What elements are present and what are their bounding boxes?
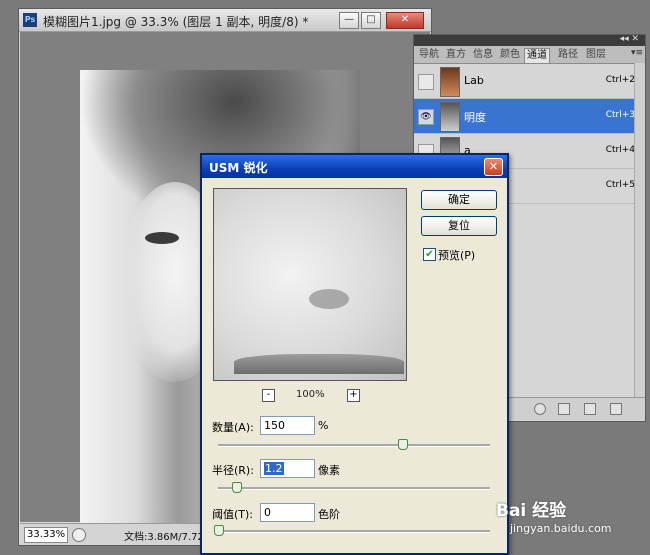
radius-unit: 像素 xyxy=(318,464,340,477)
panel-scrollbar[interactable] xyxy=(634,63,645,397)
reset-button[interactable]: 复位 xyxy=(421,216,497,236)
channel-shortcut: Ctrl+2 xyxy=(605,75,635,85)
tab-info[interactable]: 信息 xyxy=(471,48,495,62)
preview-lips xyxy=(234,354,404,374)
panel-menu-icon[interactable]: ▾≡ xyxy=(631,48,643,58)
amount-label: 数量(A): xyxy=(212,421,254,434)
radius-slider-thumb[interactable] xyxy=(232,482,242,493)
channel-shortcut: Ctrl+3 xyxy=(605,110,635,120)
preview-checkbox[interactable]: ✔ xyxy=(423,248,436,261)
photo-eye xyxy=(145,232,179,244)
ok-button[interactable]: 确定 xyxy=(421,190,497,210)
zoom-out-button[interactable]: - xyxy=(262,389,275,402)
channel-thumbnail xyxy=(440,102,460,132)
document-title: 模糊图片1.jpg @ 33.3% (图层 1 副本, 明度/8) * xyxy=(43,15,309,29)
radius-slider-track[interactable] xyxy=(218,487,490,490)
tab-histogram[interactable]: 直方 xyxy=(444,48,468,62)
preview-label: 预览(P) xyxy=(438,249,476,262)
amount-slider-track[interactable] xyxy=(218,444,490,447)
panel-tabs: 导航 直方 信息 颜色 通道 路径 图层 ▾≡ xyxy=(414,46,645,64)
radius-field[interactable]: 1.2 xyxy=(260,459,315,478)
watermark-url: jingyan.baidu.com xyxy=(510,522,612,535)
trash-icon[interactable] xyxy=(610,403,622,415)
tab-paths[interactable]: 路径 xyxy=(556,48,580,62)
filter-preview[interactable] xyxy=(213,188,407,381)
threshold-slider-thumb[interactable] xyxy=(214,525,224,536)
new-channel-icon[interactable] xyxy=(584,403,596,415)
watermark-brand: Bai 经验 xyxy=(496,501,567,521)
threshold-field[interactable]: 0 xyxy=(260,503,315,522)
minimize-button[interactable]: — xyxy=(339,12,359,29)
save-selection-icon[interactable] xyxy=(558,403,570,415)
dialog-close-button[interactable]: ✕ xyxy=(484,158,503,176)
preview-nostril xyxy=(309,289,349,309)
tab-navigator[interactable]: 导航 xyxy=(417,48,441,62)
panel-top-bar: ◂◂ ✕ xyxy=(414,34,645,46)
channel-thumbnail xyxy=(440,67,460,97)
restore-button[interactable]: □ xyxy=(361,12,381,29)
dialog-title-bar[interactable]: USM 锐化 ✕ xyxy=(202,155,507,178)
channel-shortcut: Ctrl+4 xyxy=(605,145,635,155)
amount-field[interactable]: 150 xyxy=(260,416,315,435)
threshold-label: 阈值(T): xyxy=(212,508,254,521)
radius-value: 1.2 xyxy=(264,462,284,475)
status-icon[interactable] xyxy=(72,528,86,542)
document-title-bar[interactable]: Ps 模糊图片1.jpg @ 33.3% (图层 1 副本, 明度/8) * —… xyxy=(19,9,431,32)
zoom-in-button[interactable]: + xyxy=(347,389,360,402)
amount-unit: % xyxy=(318,419,329,432)
tab-channels[interactable]: 通道 xyxy=(524,48,550,63)
photoshop-icon: Ps xyxy=(23,13,37,27)
threshold-unit: 色阶 xyxy=(318,508,340,521)
channel-shortcut: Ctrl+5 xyxy=(605,180,635,190)
close-button[interactable]: ✕ xyxy=(386,12,424,29)
load-selection-icon[interactable] xyxy=(534,403,546,415)
tab-layers[interactable]: 图层 xyxy=(584,48,608,62)
radius-label: 半径(R): xyxy=(212,464,254,477)
preview-zoom: 100% xyxy=(296,389,325,400)
channel-row-lab[interactable]: Lab Ctrl+2 xyxy=(414,64,645,99)
panel-collapse-icon[interactable]: ◂◂ ✕ xyxy=(620,34,639,44)
baidu-watermark: Bai 经验 jingyan.baidu.com xyxy=(496,496,626,540)
visibility-toggle[interactable] xyxy=(418,74,434,90)
threshold-slider-track[interactable] xyxy=(218,530,490,533)
zoom-field[interactable]: 33.33% xyxy=(24,527,68,543)
unsharp-mask-dialog: USM 锐化 ✕ - 100% + 确定 复位 ✔ 预览(P) 数量(A): 1… xyxy=(200,153,509,555)
channel-name: 明度 xyxy=(464,111,486,124)
document-info: 文档:3.86M/7.72 xyxy=(124,532,204,543)
eye-icon[interactable]: 👁 xyxy=(418,109,434,125)
channel-row-lightness[interactable]: 👁 明度 Ctrl+3 xyxy=(414,99,645,134)
channel-name: Lab xyxy=(464,74,484,87)
amount-slider-thumb[interactable] xyxy=(398,439,408,450)
tab-color[interactable]: 颜色 xyxy=(498,48,522,62)
dialog-title: USM 锐化 xyxy=(209,161,268,175)
